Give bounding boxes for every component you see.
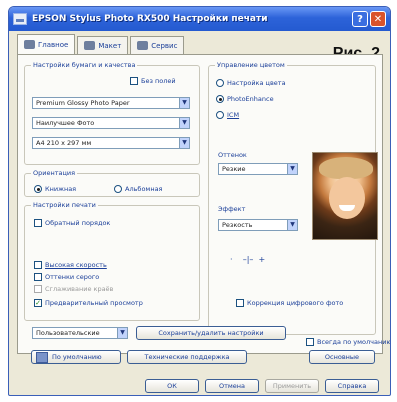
- photoenhance-radio[interactable]: PhotoEnhance: [216, 95, 274, 103]
- color-management-title: Управление цветом: [215, 61, 287, 69]
- reverse-order-checkbox[interactable]: Обратный порядок: [34, 219, 110, 227]
- adjust-marks: · –|– +: [230, 255, 266, 264]
- photoenhance-label: PhotoEnhance: [227, 95, 274, 103]
- landscape-label: Альбомная: [125, 185, 163, 193]
- tone-value: Резкие: [222, 165, 246, 173]
- chevron-down-icon: ▼: [179, 138, 189, 148]
- paper-size-value: A4 210 x 297 мм: [36, 139, 92, 147]
- quality-select[interactable]: Наилучшее Фото ▼: [32, 117, 190, 129]
- edge-smoothing-check: [34, 285, 42, 293]
- tab-main[interactable]: Главное: [17, 34, 76, 54]
- borderless-checkbox[interactable]: Без полей: [130, 77, 176, 85]
- reverse-order-check[interactable]: [34, 219, 42, 227]
- grayscale-checkbox[interactable]: Оттенки серого: [34, 273, 99, 281]
- ok-button[interactable]: ОК: [145, 379, 199, 393]
- color-controls-radio[interactable]: Настройка цвета: [216, 79, 286, 87]
- grayscale-label: Оттенки серого: [45, 273, 100, 281]
- preview-photo-hat: [319, 157, 373, 179]
- defaults-button[interactable]: По умолчанию: [31, 350, 121, 364]
- paper-quality-title: Настройки бумаги и качества: [31, 61, 138, 69]
- edge-smoothing-label: Сглаживание краёв: [45, 285, 114, 293]
- advanced-button[interactable]: Основные: [309, 350, 375, 364]
- tab-bar: Главное Макет Сервис: [17, 34, 185, 54]
- tab-layout[interactable]: Макет: [77, 36, 129, 54]
- preview-photo-face: [329, 177, 365, 219]
- digital-camera-label: Коррекция цифрового фото: [247, 299, 344, 307]
- paper-size-select[interactable]: A4 210 x 297 мм ▼: [32, 137, 190, 149]
- edge-smoothing-checkbox: Сглаживание краёв: [34, 285, 113, 293]
- orientation-title: Ориентация: [31, 169, 78, 177]
- service-tab-icon: [137, 41, 149, 50]
- tab-layout-label: Макет: [98, 41, 122, 50]
- media-type-value: Premium Glossy Photo Paper: [36, 99, 130, 107]
- help-footer-button[interactable]: Справка: [325, 379, 379, 393]
- preset-value: Пользовательские: [36, 329, 100, 337]
- window-title: EPSON Stylus Photo RX500 Настройки печат…: [32, 14, 268, 24]
- chevron-down-icon: ▼: [179, 118, 189, 128]
- always-default-label: Всегда по умолчанию: [317, 338, 391, 346]
- printer-tab-icon: [24, 40, 35, 49]
- chevron-down-icon: ▼: [287, 220, 297, 230]
- chevron-down-icon: ▼: [179, 98, 189, 108]
- layout-tab-icon: [84, 41, 96, 50]
- tab-main-label: Главное: [38, 40, 69, 49]
- always-default-check[interactable]: [306, 338, 314, 346]
- tab-service-label: Сервис: [151, 41, 178, 50]
- tone-label: Оттенок: [218, 151, 247, 159]
- icm-radio-dot[interactable]: [216, 111, 224, 119]
- portrait-radio[interactable]: Книжная: [34, 185, 76, 193]
- portrait-label: Книжная: [45, 185, 77, 193]
- preview-label: Предварительный просмотр: [45, 299, 143, 307]
- tone-select[interactable]: Резкие ▼: [218, 163, 298, 175]
- cancel-button[interactable]: Отмена: [205, 379, 259, 393]
- digital-camera-check[interactable]: [236, 299, 244, 307]
- preview-photo: [312, 152, 378, 240]
- landscape-radio[interactable]: Альбомная: [114, 185, 162, 193]
- title-bar: EPSON Stylus Photo RX500 Настройки печат…: [9, 7, 390, 31]
- print-options-title: Настройки печати: [31, 201, 98, 209]
- apply-button: Применить: [265, 379, 319, 393]
- effect-value: Резкость: [222, 221, 253, 229]
- high-speed-label: Высокая скорость: [45, 261, 107, 269]
- save-settings-button[interactable]: Сохранить/удалить настройки: [136, 326, 286, 340]
- ink-levels-button[interactable]: Технические поддержка: [127, 350, 247, 364]
- preview-checkbox[interactable]: ✓ Предварительный просмотр: [34, 299, 143, 307]
- tab-service[interactable]: Сервис: [130, 36, 185, 54]
- reverse-order-label: Обратный порядок: [45, 219, 111, 227]
- preview-check[interactable]: ✓: [34, 299, 42, 307]
- printer-icon: [13, 13, 27, 25]
- close-button[interactable]: ✕: [370, 11, 386, 27]
- preset-select[interactable]: Пользовательские ▼: [32, 327, 128, 339]
- high-speed-check[interactable]: [34, 261, 42, 269]
- effect-label: Эффект: [218, 205, 246, 213]
- borderless-label: Без полей: [141, 77, 176, 85]
- printer-icon: [36, 351, 48, 363]
- chevron-down-icon: ▼: [117, 328, 127, 338]
- borderless-check[interactable]: [130, 77, 138, 85]
- print-settings-window: EPSON Stylus Photo RX500 Настройки печат…: [8, 6, 391, 396]
- chevron-down-icon: ▼: [287, 164, 297, 174]
- photoenhance-radio-dot[interactable]: [216, 95, 224, 103]
- grayscale-check[interactable]: [34, 273, 42, 281]
- color-controls-radio-dot[interactable]: [216, 79, 224, 87]
- high-speed-checkbox[interactable]: Высокая скорость: [34, 261, 107, 269]
- always-default-checkbox[interactable]: Всегда по умолчанию: [306, 338, 391, 346]
- main-tab-panel: Настройки бумаги и качества Без полей Pr…: [17, 54, 390, 354]
- landscape-radio-dot[interactable]: [114, 185, 122, 193]
- color-controls-label: Настройка цвета: [227, 79, 286, 87]
- effect-select[interactable]: Резкость ▼: [218, 219, 298, 231]
- quality-value: Наилучшее Фото: [36, 119, 95, 127]
- help-button[interactable]: ?: [352, 11, 368, 27]
- media-type-select[interactable]: Premium Glossy Photo Paper ▼: [32, 97, 190, 109]
- defaults-label: По умолчанию: [52, 353, 102, 361]
- portrait-radio-dot[interactable]: [34, 185, 42, 193]
- icm-radio[interactable]: ICM: [216, 111, 239, 119]
- icm-label: ICM: [227, 111, 240, 119]
- digital-camera-checkbox[interactable]: Коррекция цифрового фото: [236, 299, 343, 307]
